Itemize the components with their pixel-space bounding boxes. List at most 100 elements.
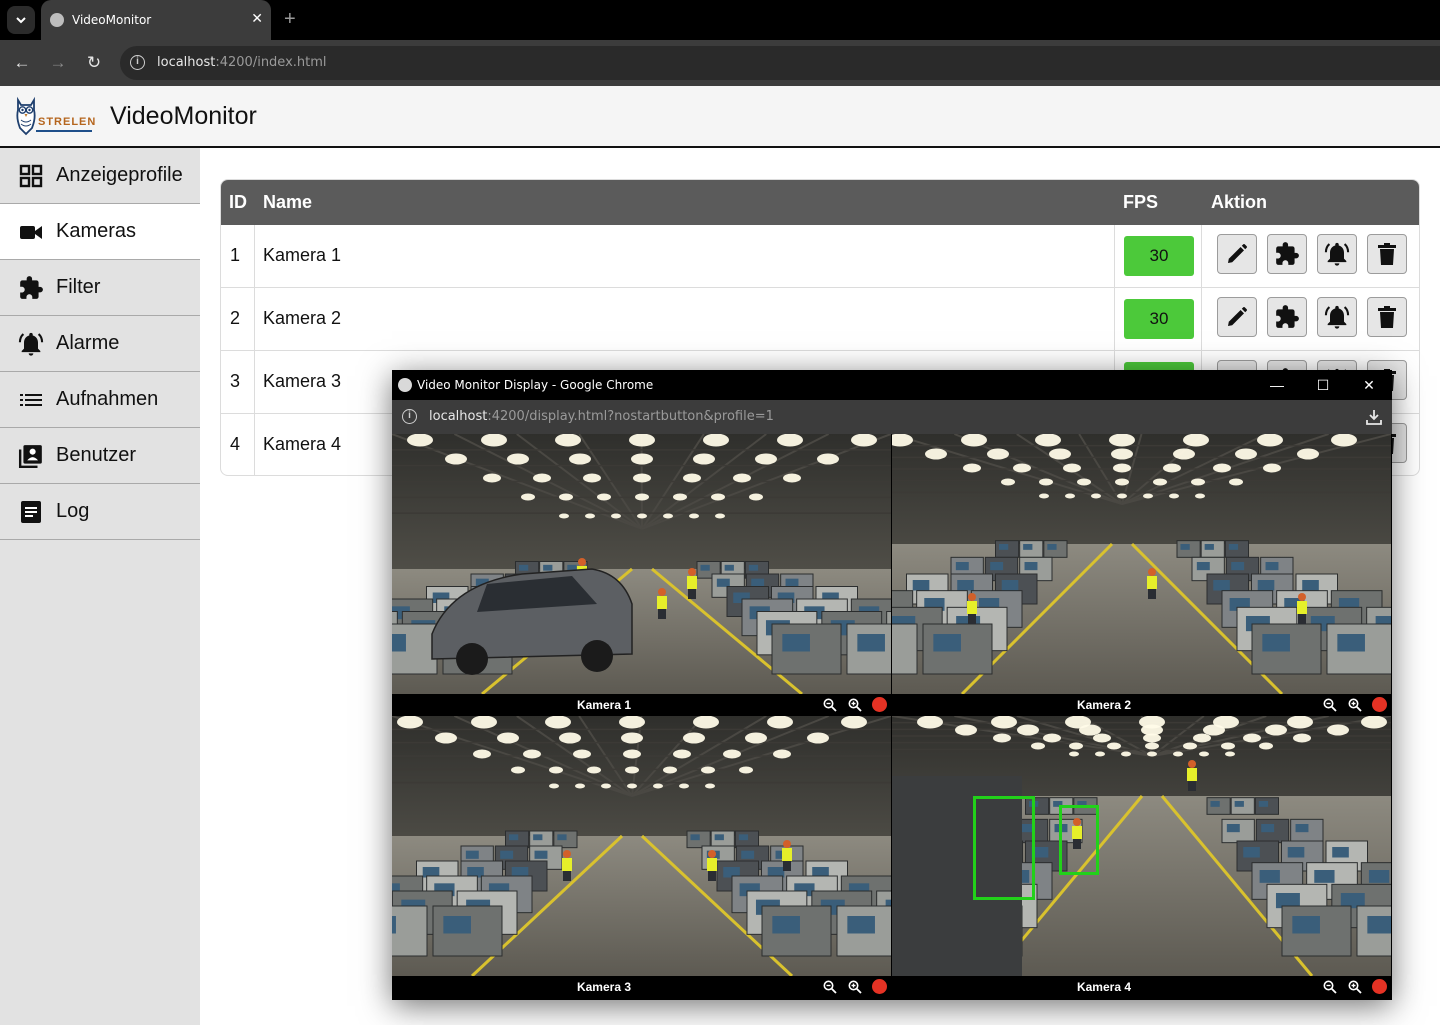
camera-video-feed[interactable] [392, 716, 891, 978]
column-header-action: Aktion [1211, 192, 1267, 212]
sidebar-item-label: Kameras [56, 220, 137, 242]
camera-tile[interactable]: Kamera 3 [392, 716, 891, 998]
browser-tab[interactable]: VideoMonitor ✕ [41, 0, 271, 40]
alarm-bell-icon [16, 329, 46, 359]
address-bar[interactable]: i localhost:4200/index.html [120, 46, 1440, 80]
sidebar: Anzeigeprofile Kameras Filter Alarme Auf… [0, 148, 200, 1025]
app-header: STRELEN VideoMonitor [0, 86, 1440, 148]
cell-id: 2 [221, 288, 255, 351]
record-icon[interactable] [872, 697, 887, 712]
info-icon[interactable]: i [130, 55, 145, 70]
sidebar-item-label: Anzeigeprofile [56, 164, 183, 186]
sidebar-item-alarme[interactable]: Alarme [0, 316, 200, 372]
maximize-icon[interactable]: ☐ [1313, 375, 1333, 395]
url-path: :4200/display.html?nostartbutton&profile… [487, 409, 774, 424]
logo-underline [36, 130, 92, 132]
url-text[interactable]: localhost:4200/index.html [157, 55, 327, 70]
url-host: localhost [157, 55, 216, 70]
camera-video-feed[interactable] [392, 434, 891, 696]
sidebar-item-label: Alarme [56, 332, 120, 354]
record-icon[interactable] [1372, 979, 1387, 994]
browser-toolbar: ← → ↻ i localhost:4200/index.html [0, 40, 1440, 86]
alarm-bell-icon [1323, 240, 1351, 268]
zoom-in-icon[interactable] [1348, 980, 1362, 994]
url-path: :4200/index.html [215, 55, 327, 70]
reload-icon[interactable]: ↻ [83, 52, 105, 74]
zoom-out-icon[interactable] [1323, 980, 1337, 994]
delete-button[interactable] [1367, 297, 1407, 337]
camera-tile[interactable]: Kamera 4 [892, 716, 1391, 998]
download-icon[interactable] [1364, 407, 1384, 427]
new-tab-icon[interactable]: + [284, 8, 296, 31]
camera-video-feed[interactable] [892, 434, 1391, 696]
app-title: VideoMonitor [110, 102, 257, 130]
edit-button[interactable] [1217, 234, 1257, 274]
zoom-in-icon[interactable] [1348, 698, 1362, 712]
sidebar-item-anzeigeprofile[interactable]: Anzeigeprofile [0, 148, 200, 204]
sidebar-item-label: Filter [56, 276, 101, 298]
camera-label: Kamera 2 [1076, 698, 1132, 712]
camera-tile[interactable]: Kamera 2 [892, 434, 1391, 716]
alarm-button[interactable] [1317, 234, 1357, 274]
edit-icon [1225, 305, 1249, 329]
zoom-in-icon[interactable] [848, 698, 862, 712]
puzzle-icon [1274, 241, 1300, 267]
cell-name: Kamera 4 [263, 434, 342, 454]
sidebar-item-kameras[interactable]: Kameras [0, 204, 200, 260]
close-icon[interactable]: ✕ [1359, 375, 1379, 395]
camera-tile[interactable]: Kamera 1 [392, 434, 891, 716]
edit-button[interactable] [1217, 297, 1257, 337]
sidebar-item-label: Benutzer [56, 444, 137, 466]
alarm-button[interactable] [1317, 297, 1357, 337]
close-tab-icon[interactable]: ✕ [251, 10, 263, 27]
detection-box [973, 796, 1035, 900]
info-icon[interactable]: i [402, 409, 417, 424]
camera-video-feed[interactable] [892, 716, 1391, 977]
cell-fps: 30 [1114, 225, 1202, 288]
camera-caption-bar: Kamera 3 [392, 976, 891, 998]
tab-title: VideoMonitor [72, 13, 152, 27]
trash-icon [1376, 242, 1398, 266]
zoom-out-icon[interactable] [1323, 698, 1337, 712]
fps-badge: 30 [1124, 299, 1194, 339]
edit-icon [1225, 242, 1249, 266]
zoom-in-icon[interactable] [848, 980, 862, 994]
tab-search-button[interactable] [7, 6, 35, 34]
popup-url-text[interactable]: localhost:4200/display.html?nostartbutto… [429, 409, 774, 424]
document-icon [16, 497, 46, 527]
globe-icon [50, 13, 64, 27]
puzzle-icon [1274, 304, 1300, 330]
cell-name: Kamera 3 [263, 371, 342, 391]
camera-label: Kamera 4 [1076, 980, 1132, 994]
forward-icon[interactable]: → [47, 52, 69, 74]
alarm-bell-icon [1323, 303, 1351, 331]
back-icon[interactable]: ← [11, 52, 33, 74]
owl-icon [16, 96, 36, 136]
sidebar-item-benutzer[interactable]: Benutzer [0, 428, 200, 484]
sidebar-item-log[interactable]: Log [0, 484, 200, 540]
delete-button[interactable] [1367, 234, 1407, 274]
camera-caption-bar: Kamera 1 [392, 694, 891, 716]
filter-button[interactable] [1267, 234, 1307, 274]
sidebar-item-aufnahmen[interactable]: Aufnahmen [0, 372, 200, 428]
popup-titlebar[interactable]: Video Monitor Display - Google Chrome — … [392, 370, 1392, 400]
minimize-icon[interactable]: — [1267, 375, 1287, 395]
camera-caption-bar: Kamera 2 [892, 694, 1391, 716]
table-row: 2 Kamera 2 30 [221, 288, 1419, 351]
logo-text: STRELEN [38, 116, 97, 128]
camera-label: Kamera 1 [576, 698, 632, 712]
zoom-out-icon[interactable] [823, 698, 837, 712]
record-icon[interactable] [872, 979, 887, 994]
popup-address-bar[interactable]: i localhost:4200/display.html?nostartbut… [392, 400, 1392, 434]
zoom-out-icon[interactable] [823, 980, 837, 994]
column-header-fps: FPS [1123, 192, 1159, 212]
grid-icon [16, 161, 46, 191]
filter-button[interactable] [1267, 297, 1307, 337]
column-header-id: ID [229, 192, 247, 212]
detection-box [1059, 805, 1099, 875]
cell-fps: 30 [1114, 288, 1202, 351]
record-icon[interactable] [1372, 697, 1387, 712]
sidebar-item-label: Log [56, 500, 90, 522]
sidebar-item-filter[interactable]: Filter [0, 260, 200, 316]
camera-label: Kamera 3 [576, 980, 632, 994]
